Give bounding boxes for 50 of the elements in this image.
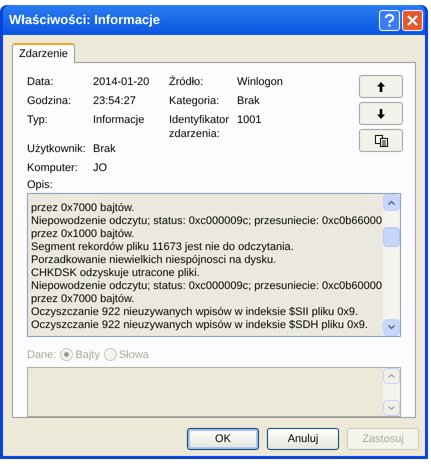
field-value: Brak [237,94,260,108]
field-label: Źródło: [169,75,204,89]
description-line: Segment rekordów pliku 11673 jest nie do odczytania. [31,241,295,254]
chevron-up-icon [388,200,395,204]
tab[interactable]: Zdarzenie [12,43,75,63]
field-label: Godzina: [27,94,72,108]
description-line: Oczyszczanie 922 nieuzywanych wpisów w indeksie $SDH pliku 0x9. [31,319,369,332]
chevron-up-icon [388,374,395,378]
copy-button[interactable] [359,129,403,152]
help-icon [385,14,394,26]
field-value: 1001 [237,113,262,127]
description-label: Opis: [27,178,54,192]
window-title: Właściwości: Informacje [9,11,161,30]
dialog-button[interactable]: Anuluj [267,428,339,450]
field-value: 2014-01-20 [93,75,150,89]
field-value: 23:54:27 [93,94,136,108]
description-line: CHKDSK odzyskuje utracone pliki. [31,267,201,280]
description-scrollbar[interactable] [383,194,400,336]
field-value: JO [93,161,108,175]
up-arrow-button[interactable] [359,75,403,98]
field-label: Komputer: [27,161,79,175]
field-value: Informacje [93,113,144,127]
field-label: Data: [27,75,54,89]
dialog-button[interactable]: OK [187,428,259,450]
field-label: Identyfikator zdarzenia: [169,113,230,141]
description-line: Porzadkowanie niewielkich niespójnosci na dysku. [31,254,278,267]
close-icon [407,14,418,26]
close-button[interactable] [402,10,423,30]
up-arrow-icon [377,82,385,92]
field-label: Typ: [27,113,49,127]
scroll-up-button[interactable] [383,194,400,211]
field-label: Kategoria: [169,94,220,108]
scroll-thumb[interactable] [383,227,400,247]
down-arrow-button[interactable] [359,102,403,125]
description-line: Niepowodzenie odczytu; status: 0xc000009c; przesuniecie: 0xc0b60000 [31,280,383,293]
description-line: Oczyszczanie 922 nieuzywanych wpisów w indeksie $SII pliku 0x9. [31,306,360,319]
description-line: przez 0x7000 bajtów. [31,293,136,306]
data-label: Dane: [27,348,56,362]
field-label: Użytkownik: [27,142,87,156]
chevron-down-icon [388,406,395,410]
down-arrow-icon [377,108,385,118]
scroll-down-button[interactable] [383,318,400,336]
field-value: Brak [93,142,116,156]
field-value: Winlogon [237,75,283,89]
description-line: Niepowodzenie odczytu; status: 0xc000009c; przesuniecie: 0xc0b66000 [31,215,383,228]
chevron-down-icon [388,325,395,329]
description-line: przez 0x7000 bajtów. [31,202,136,215]
help-button[interactable] [379,10,400,30]
description-line: przez 0x1000 bajtów. [31,228,136,241]
copy-icon [374,134,388,146]
